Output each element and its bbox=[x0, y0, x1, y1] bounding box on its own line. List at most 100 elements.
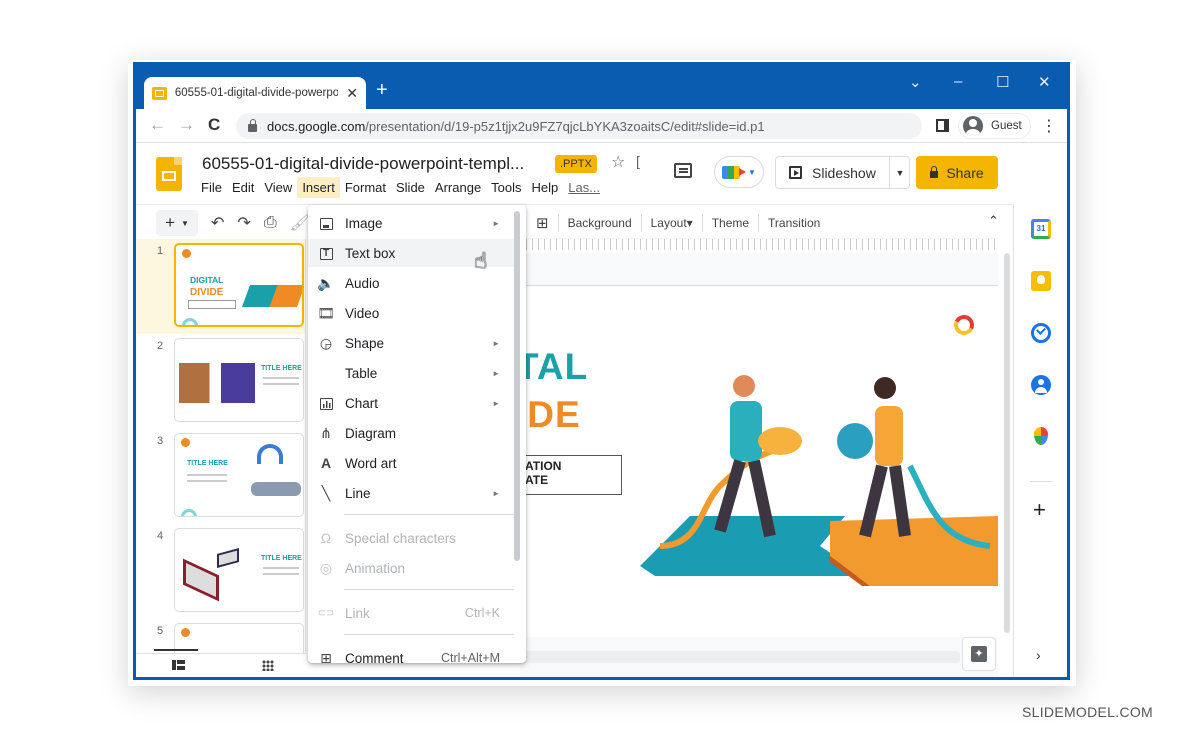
slide-number: 1 bbox=[157, 245, 164, 257]
menu-tools[interactable]: Tools bbox=[486, 177, 526, 198]
menu-item-line[interactable]: ╲ Line ► bbox=[308, 479, 514, 507]
star-icon[interactable]: ☆ bbox=[611, 152, 625, 172]
profile-button[interactable]: Guest bbox=[958, 113, 1031, 139]
menu-item-label: Shape bbox=[345, 335, 385, 351]
address-bar[interactable]: docs.google.com/presentation/d/19-p5z1tj… bbox=[236, 113, 922, 139]
browser-menu-icon[interactable]: ⋮ bbox=[1041, 116, 1057, 136]
tasks-icon[interactable] bbox=[1031, 323, 1051, 343]
menu-item-link[interactable]: ⊂⊃ Link Ctrl+K bbox=[308, 599, 514, 627]
back-button[interactable]: ← bbox=[149, 115, 166, 135]
paint-format-icon[interactable]: 🖌 bbox=[290, 213, 310, 233]
meet-button[interactable]: ▼ bbox=[714, 156, 764, 188]
horizontal-scrollbar[interactable] bbox=[520, 651, 960, 663]
menu-arrange[interactable]: Arrange bbox=[430, 177, 486, 198]
menu-item-video[interactable]: 🎞 Video bbox=[308, 299, 514, 327]
contacts-icon[interactable] bbox=[1031, 375, 1051, 395]
slides-logo-icon[interactable] bbox=[156, 157, 182, 191]
filmstrip-slide[interactable]: 3 TITLE HERE bbox=[136, 429, 305, 524]
document-title[interactable]: 60555-01-digital-divide-powerpoint-templ… bbox=[202, 154, 524, 174]
menu-item-chart[interactable]: Chart ► bbox=[308, 389, 514, 417]
transition-button[interactable]: Transition bbox=[768, 216, 820, 230]
vertical-scrollbar[interactable] bbox=[1004, 253, 1010, 633]
grid-view-icon[interactable] bbox=[262, 660, 274, 671]
print-icon[interactable]: ⎙ bbox=[264, 214, 277, 232]
expand-panel-icon[interactable]: › bbox=[1036, 647, 1041, 663]
reload-button[interactable]: C bbox=[208, 115, 220, 135]
filmstrip-slide[interactable]: 4 TITLE HERE bbox=[136, 524, 305, 619]
menu-help[interactable]: Help bbox=[527, 177, 564, 198]
comment-icon: ⊞ bbox=[320, 649, 332, 664]
slide-subtitle-box[interactable]: ATION ATE bbox=[520, 455, 622, 495]
filmstrip-view-icon[interactable] bbox=[172, 660, 185, 670]
watermark: SLIDEMODEL.COM bbox=[1022, 704, 1153, 720]
background-button[interactable]: Background bbox=[568, 216, 632, 230]
menu-item-word-art[interactable]: A Word art bbox=[308, 449, 514, 477]
slide-thumbnail[interactable]: TITLE HERE bbox=[174, 528, 304, 612]
thumb-title: TITLE HERE bbox=[261, 555, 302, 562]
play-icon bbox=[789, 166, 802, 179]
thumb-illustration bbox=[179, 363, 255, 403]
slide[interactable]: TAL IDE ATION ATE bbox=[520, 285, 998, 637]
text-box-icon: T bbox=[308, 245, 344, 261]
calendar-icon[interactable]: 31 bbox=[1031, 219, 1051, 239]
menu-edit[interactable]: Edit bbox=[227, 177, 259, 198]
get-addons-icon[interactable]: + bbox=[1033, 497, 1046, 523]
thumb-text bbox=[187, 480, 227, 482]
menu-item-label: Diagram bbox=[345, 425, 397, 441]
collapse-toolbar-icon[interactable]: ⌃ bbox=[988, 213, 999, 229]
menu-item-text-box[interactable]: T Text box bbox=[308, 239, 514, 267]
theme-button[interactable]: Theme bbox=[712, 216, 749, 230]
menu-item-animation[interactable]: ◎ Animation bbox=[308, 554, 514, 582]
filmstrip-slide[interactable]: 1 DIGITAL DIVIDE bbox=[136, 239, 305, 334]
new-slide-button[interactable]: + ▼ bbox=[156, 210, 198, 236]
divider bbox=[1030, 481, 1052, 482]
menu-view[interactable]: View bbox=[259, 177, 297, 198]
slide-thumbnail[interactable]: TITLE HERE bbox=[174, 433, 304, 517]
last-edit-link[interactable]: Las... bbox=[563, 177, 605, 198]
menu-item-shape[interactable]: ◶ Shape ► bbox=[308, 329, 514, 357]
tab-search-icon[interactable]: ⌄ bbox=[909, 73, 922, 91]
menu-item-special-characters[interactable]: Ω Special characters bbox=[308, 524, 514, 552]
close-window-button[interactable]: ✕ bbox=[1038, 73, 1051, 91]
menu-item-table[interactable]: Table ► bbox=[308, 359, 514, 387]
explore-button[interactable]: ✦ bbox=[962, 637, 996, 671]
menu-item-audio[interactable]: 🔈 Audio bbox=[308, 269, 514, 297]
thumb-subtitle: DIVIDE bbox=[190, 287, 224, 298]
keep-icon[interactable] bbox=[1031, 271, 1051, 291]
share-button[interactable]: Share bbox=[916, 156, 998, 189]
filmstrip-slide[interactable]: 2 TITLE HERE bbox=[136, 334, 305, 429]
menu-file[interactable]: File bbox=[196, 177, 227, 198]
layout-button[interactable]: Layout▾ bbox=[651, 216, 693, 230]
undo-icon[interactable]: ↶ bbox=[211, 213, 224, 233]
close-tab-icon[interactable]: ✕ bbox=[346, 85, 358, 102]
slideshow-button[interactable]: Slideshow ▼ bbox=[775, 156, 910, 189]
side-panel-icon[interactable] bbox=[936, 119, 949, 132]
add-comment-icon[interactable]: ⊞ bbox=[536, 214, 549, 232]
maps-icon[interactable] bbox=[1034, 427, 1048, 445]
submenu-arrow-icon: ► bbox=[492, 488, 500, 498]
browser-window: 60555-01-digital-divide-powerpoint-templ… bbox=[133, 62, 1070, 680]
slide-title-line1[interactable]: TAL bbox=[520, 346, 588, 388]
menu-item-diagram[interactable]: ⋔ Diagram bbox=[308, 419, 514, 447]
comment-history-icon[interactable] bbox=[674, 163, 692, 178]
menu-item-comment[interactable]: ⊞ Comment Ctrl+Alt+M bbox=[308, 644, 514, 664]
move-icon[interactable]: [ bbox=[636, 153, 640, 169]
forward-button[interactable]: → bbox=[178, 115, 195, 135]
maximize-button[interactable]: ☐ bbox=[996, 73, 1009, 91]
menu-item-image[interactable]: Image ► bbox=[308, 209, 514, 237]
menu-insert[interactable]: Insert bbox=[297, 177, 340, 198]
browser-tab[interactable]: 60555-01-digital-divide-powerpoint-templ… bbox=[144, 77, 366, 109]
tab-strip: 60555-01-digital-divide-powerpoint-templ… bbox=[136, 65, 1067, 109]
slide-thumbnail[interactable]: TITLE HERE bbox=[174, 338, 304, 422]
minimize-button[interactable]: – bbox=[954, 73, 962, 90]
slides-favicon-icon bbox=[152, 86, 167, 100]
slide-title-line2[interactable]: IDE bbox=[520, 394, 581, 436]
slide-number: 3 bbox=[157, 435, 164, 447]
new-tab-button[interactable]: + bbox=[376, 79, 388, 102]
slideshow-dropdown[interactable]: ▼ bbox=[889, 157, 910, 188]
redo-icon[interactable]: ↷ bbox=[237, 213, 250, 233]
menu-format[interactable]: Format bbox=[340, 177, 391, 198]
slide-thumbnail[interactable]: DIGITAL DIVIDE bbox=[174, 243, 304, 327]
menu-slide[interactable]: Slide bbox=[391, 177, 430, 198]
menu-scrollbar[interactable] bbox=[514, 211, 520, 561]
